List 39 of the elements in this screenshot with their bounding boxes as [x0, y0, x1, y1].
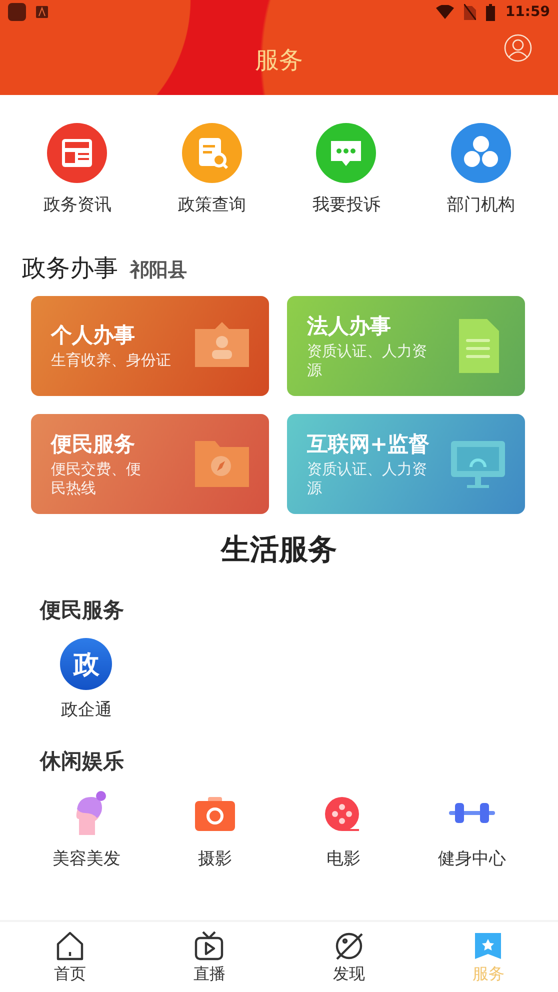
group-title: 休闲娱乐	[38, 748, 125, 775]
shortcut-label[interactable]: 政务资讯	[43, 193, 112, 216]
newspaper-icon	[47, 123, 108, 183]
user-icon[interactable]	[504, 34, 532, 62]
status-time: 11:59	[505, 4, 550, 20]
group-title: 便民服务	[38, 597, 125, 624]
notification-icon	[36, 6, 48, 18]
page-title: 服务	[255, 44, 303, 76]
card-title: 法人办事	[307, 312, 392, 340]
card-subtitle: 资质认证、人力资源	[307, 342, 428, 380]
card-title: 互联网+监督	[307, 430, 431, 458]
section-title: 生活服务	[219, 531, 338, 568]
shortcut-label[interactable]: 政策查询	[178, 193, 246, 216]
app-icon	[8, 3, 26, 21]
section-title: 政务办事	[22, 253, 118, 284]
card-subtitle: 资质认证、人力资源	[307, 460, 428, 498]
no-sim-icon	[464, 4, 476, 20]
tv-icon	[193, 930, 226, 962]
document-search-icon	[182, 123, 242, 183]
card-subtitle: 生育收养、身份证	[51, 351, 171, 371]
service-label[interactable]: 政企通	[60, 698, 112, 721]
card-subtitle: 便民交费、便民热线	[51, 460, 141, 498]
service-label[interactable]: 电影	[326, 847, 360, 870]
group-icon	[450, 123, 511, 183]
battery-icon	[486, 4, 496, 20]
shortcut-label[interactable]: 我要投诉	[312, 193, 380, 216]
shortcut-label[interactable]: 部门机构	[446, 193, 515, 216]
card-title: 便民服务	[51, 430, 136, 458]
government-icon: 政	[60, 638, 112, 690]
service-label[interactable]: 美容美发	[52, 847, 120, 870]
region-label[interactable]: 祁阳县	[130, 257, 187, 283]
wifi-icon	[436, 5, 454, 19]
nav-tab[interactable]: 发现	[332, 964, 365, 984]
chat-icon	[316, 123, 376, 183]
service-label[interactable]: 健身中心	[438, 847, 506, 870]
card-title: 个人办事	[51, 322, 136, 350]
nav-tab[interactable]: 首页	[54, 964, 86, 984]
nav-tab[interactable]: 直播	[193, 964, 226, 984]
service-label[interactable]: 摄影	[198, 847, 232, 870]
